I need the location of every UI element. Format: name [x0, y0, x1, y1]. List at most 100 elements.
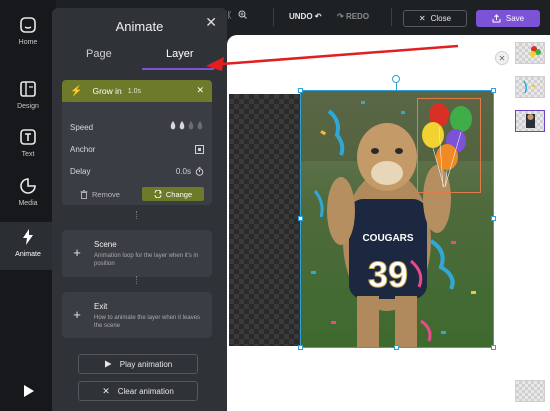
undo-icon: ↶ — [314, 12, 322, 21]
speed-row: Speed — [70, 120, 204, 134]
page-thumbnail-active[interactable] — [515, 110, 545, 132]
change-button[interactable]: Change — [142, 187, 204, 201]
rail-media[interactable]: Media — [0, 175, 56, 221]
scene-card[interactable]: + Scene Animation loop for the layer whe… — [62, 230, 212, 277]
rail-text-label: Text — [21, 151, 35, 158]
zoom-in-icon[interactable] — [238, 10, 248, 21]
undo-button[interactable]: UNDO ↶ — [289, 12, 322, 21]
anchor-row: Anchor — [70, 142, 204, 156]
resize-handle[interactable] — [298, 216, 303, 221]
speed-label: Speed — [70, 122, 94, 132]
exit-title: Exit — [94, 302, 108, 311]
anchor-label: Anchor — [70, 144, 96, 154]
exit-description: How to animate the layer when it leaves … — [94, 315, 201, 329]
tab-layer[interactable]: Layer — [166, 48, 194, 60]
top-toolbar: ᛕ UNDO ↶ ↷ REDO ✕ Close Save — [227, 0, 550, 35]
left-rail: Home Design Text Media Animate — [0, 0, 56, 411]
redo-button[interactable]: ↷ REDO — [337, 12, 369, 21]
resize-handle[interactable] — [491, 216, 496, 221]
undo-label: UNDO — [289, 12, 313, 21]
tab-page[interactable]: Page — [86, 48, 112, 60]
resize-handle[interactable] — [298, 345, 303, 350]
resize-handle[interactable] — [491, 345, 496, 350]
zoom-out-icon[interactable]: ᛕ — [227, 10, 232, 21]
media-icon — [17, 175, 39, 197]
page-thumbnail[interactable] — [515, 76, 545, 98]
divider — [391, 8, 392, 26]
trash-icon — [80, 190, 88, 199]
remove-label: Remove — [92, 190, 120, 199]
resize-handle[interactable] — [491, 88, 496, 93]
speed-selector[interactable] — [168, 121, 204, 133]
play-preview-button[interactable] — [0, 380, 56, 411]
bolt-icon — [17, 226, 39, 248]
rail-text[interactable]: Text — [0, 126, 56, 172]
upload-icon — [492, 14, 501, 23]
close-label: Close — [430, 14, 452, 23]
jersey-number: 39 — [368, 254, 408, 295]
close-icon: ✕ — [418, 14, 426, 23]
scene-title: Scene — [94, 240, 117, 249]
animation-card: ⚡ Grow in 1.0s ✕ Speed Anchor Delay 0.0s… — [62, 80, 212, 205]
redo-icon: ↷ — [337, 12, 344, 21]
page-thumbnail[interactable] — [515, 42, 545, 64]
animate-panel: Animate ✕ Page Layer ⚡ Grow in 1.0s ✕ Sp… — [52, 8, 227, 411]
play-animation-button[interactable]: Play animation — [78, 354, 198, 374]
balloon-layer-selection[interactable] — [417, 98, 481, 193]
resize-handle[interactable] — [394, 345, 399, 350]
rail-animate-label: Animate — [15, 251, 41, 258]
animation-duration: 1.0s — [127, 87, 141, 95]
jersey-text: COUGARS — [362, 233, 413, 244]
delay-row: Delay 0.0s — [70, 164, 204, 178]
plus-icon: + — [73, 244, 81, 260]
close-icon[interactable]: ✕ — [495, 51, 509, 65]
rail-design[interactable]: Design — [0, 78, 56, 124]
clear-animation-button[interactable]: ✕ Clear animation — [78, 381, 198, 401]
animation-name: Grow in — [92, 86, 122, 96]
redo-label: REDO — [345, 12, 370, 21]
text-icon — [17, 126, 39, 148]
plus-icon: + — [73, 306, 81, 322]
clear-animation-label: Clear animation — [117, 386, 174, 396]
anchor-picker-icon[interactable] — [195, 144, 204, 154]
rail-animate[interactable]: Animate — [0, 222, 56, 270]
flame-icon[interactable] — [197, 121, 203, 130]
rail-home-label: Home — [18, 39, 38, 46]
home-icon — [17, 14, 39, 36]
exit-card[interactable]: + Exit How to animate the layer when it … — [62, 292, 212, 338]
panel-title: Animate — [115, 19, 164, 34]
close-button[interactable]: ✕ Close — [403, 10, 467, 27]
zoom-controls: ᛕ — [227, 10, 248, 21]
rail-home[interactable]: Home — [0, 14, 56, 60]
close-icon[interactable]: ✕ — [205, 14, 217, 31]
play-icon — [17, 380, 39, 402]
delay-control[interactable]: 0.0s — [176, 167, 204, 176]
remove-animation-icon[interactable]: ✕ — [196, 85, 204, 96]
delay-label: Delay — [70, 166, 91, 176]
close-icon: ✕ — [102, 385, 110, 396]
transparent-background — [229, 94, 305, 346]
rail-media-label: Media — [18, 200, 38, 207]
divider — [273, 8, 274, 26]
timer-icon — [195, 166, 204, 176]
design-canvas[interactable]: COUGARS 39 — [227, 35, 507, 411]
save-button[interactable]: Save — [476, 10, 540, 27]
layout-icon — [17, 78, 39, 100]
rail-design-label: Design — [17, 103, 39, 110]
resize-handle[interactable] — [298, 88, 303, 93]
connector-dots — [136, 211, 139, 219]
page-thumbnail[interactable] — [515, 380, 545, 402]
flame-icon[interactable] — [170, 121, 176, 130]
swap-icon — [154, 190, 162, 198]
animation-card-header[interactable]: ⚡ Grow in 1.0s ✕ — [62, 80, 212, 102]
flame-icon[interactable] — [179, 121, 185, 130]
save-label: Save — [505, 14, 525, 23]
play-animation-label: Play animation — [119, 359, 173, 369]
remove-button[interactable]: Remove — [80, 190, 120, 199]
rotate-handle[interactable] — [392, 75, 400, 83]
connector-dots — [136, 276, 139, 284]
delay-value: 0.0s — [175, 166, 191, 176]
rotate-handle-stem — [396, 83, 397, 91]
flame-icon[interactable] — [188, 121, 194, 130]
bolt-icon: ⚡ — [70, 85, 83, 97]
